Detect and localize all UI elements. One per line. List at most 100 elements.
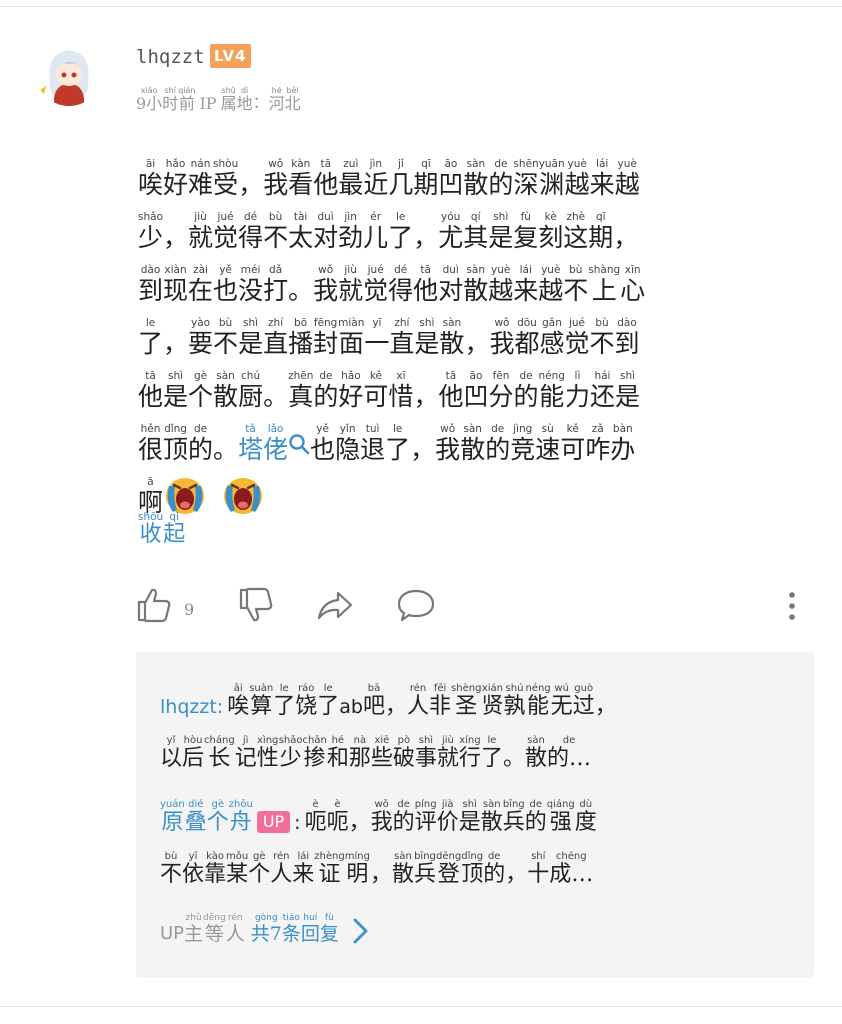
ruby-char: sàn 散: [481, 800, 503, 835]
footer-prefix: UP: [160, 923, 185, 945]
thumbs-up-icon[interactable]: [136, 586, 172, 624]
hanzi: 觉: [564, 328, 590, 358]
hanzi: 散: [213, 381, 239, 411]
hanzi: 饶: [295, 694, 318, 719]
pinyin: xī: [396, 370, 406, 382]
hanzi: 期: [588, 222, 614, 252]
pinyin: lái: [297, 851, 310, 862]
ruby-char: de 的: [485, 424, 510, 463]
pinyin: dǎ: [269, 264, 283, 276]
ruby-char: sàn 散: [460, 424, 485, 463]
ruby-char: guò 过: [573, 684, 595, 719]
ruby-char: hěn 很: [138, 424, 163, 463]
hanzi: 那: [348, 746, 371, 771]
hanzi: 来: [589, 169, 615, 199]
ruby-char: yuè 越: [488, 265, 513, 304]
ruby-char: dǎ 打: [263, 265, 288, 304]
collapse-link[interactable]: shōu 收 qǐ 起: [138, 512, 185, 547]
search-icon[interactable]: [288, 433, 310, 457]
ruby-char: rén 人: [407, 684, 429, 719]
pinyin: sàn: [216, 370, 235, 382]
pinyin: tā: [320, 158, 332, 170]
hanzi: 到: [138, 275, 164, 305]
hanzi: 靠: [204, 862, 227, 887]
hanzi: 办: [610, 434, 636, 464]
pinyin: yuán: [160, 799, 185, 810]
pinyin: bīng: [502, 799, 525, 810]
avatar[interactable]: [36, 40, 102, 106]
hanzi: 的: [488, 169, 514, 199]
meta-ip-ruby-group: shǔ 属 dì 地: [221, 87, 253, 113]
pinyin: kě: [566, 423, 579, 435]
ruby-char: tā 他: [138, 371, 163, 410]
ruby-link-char[interactable]: tǎ 塔: [238, 424, 263, 463]
hanzi: 的: [524, 810, 547, 835]
ruby-char: xiàn 现: [163, 265, 188, 304]
pinyin: rén: [273, 851, 290, 862]
hanzi: 行: [458, 746, 481, 771]
hanzi: 散: [439, 328, 465, 358]
hanzi: 散: [391, 862, 414, 887]
pinyin: shàng: [588, 264, 621, 276]
pinyin: gǎn: [542, 317, 562, 329]
pinyin: nán: [190, 158, 211, 170]
pinyin: gè: [211, 799, 225, 810]
username[interactable]: lhqzzt: [136, 46, 205, 68]
ruby-char: gè 个: [188, 371, 213, 410]
pinyin: le: [323, 683, 333, 694]
ruby-char: jǐ 几: [388, 159, 413, 198]
hanzi: 吧: [362, 694, 385, 719]
hanzi: 觉: [213, 222, 239, 252]
pinyin: sàn: [463, 423, 482, 435]
pinyin: kě: [369, 370, 382, 382]
ruby-char: zuì 最: [338, 159, 363, 198]
pinyin: děng: [203, 913, 226, 923]
pinyin: zhè: [566, 211, 586, 223]
pinyin: rén: [227, 913, 243, 923]
pinyin: huí: [303, 913, 318, 923]
pinyin: shēn: [513, 158, 539, 170]
comment-icon[interactable]: [396, 586, 436, 624]
ruby-char: zhí 直: [389, 318, 414, 357]
pinyin: sàn: [442, 317, 462, 329]
thumbs-down-icon[interactable]: [238, 586, 274, 624]
ruby-link-char[interactable]: lǎo 佬: [263, 424, 288, 463]
ruby-char: běi 北: [285, 87, 301, 113]
ruby-char: yóu 尤: [438, 212, 463, 251]
share-icon[interactable]: [316, 586, 354, 624]
pinyin: chān: [302, 735, 327, 746]
comment-line: hěn 很 dǐng 顶 de 的。 tǎ 塔 lǎo 佬 yě 也 yǐn 隐 tuì 退 le 了， wǒ 我 sà…: [138, 410, 818, 463]
level-badge: LV4: [210, 44, 251, 68]
more-options-icon[interactable]: [788, 590, 796, 622]
bottom-divider: [0, 1006, 842, 1007]
pinyin: yào: [191, 317, 211, 329]
hanzi: 无: [550, 694, 573, 719]
hanzi: 得: [388, 275, 414, 305]
ruby-char: shú 孰: [503, 684, 525, 719]
hanzi: 了: [273, 694, 296, 719]
pinyin: ráo: [298, 683, 315, 694]
pinyin: dōu: [517, 317, 537, 329]
hanzi: 证: [318, 862, 341, 887]
pinyin: tǎ: [245, 423, 256, 435]
hanzi: 复: [513, 222, 539, 252]
hanzi: 某: [226, 862, 249, 887]
ruby-char: duì 对: [313, 212, 338, 251]
pinyin: zhèng: [314, 851, 345, 862]
ruby-char: tài 太: [288, 212, 313, 251]
pinyin: jué: [217, 211, 234, 223]
reply-preview-box[interactable]: lhqzzt: āi 唉 suàn 算 le 了 ráo 饶 le 了 ab bā 吧， rén 人 fēi 非 s…: [136, 652, 814, 978]
hanzi: 越: [488, 275, 514, 305]
hanzi: 这: [563, 222, 589, 252]
hanzi: 塔: [238, 434, 264, 464]
hanzi: 觉: [363, 275, 389, 305]
pinyin: sàn: [527, 735, 545, 746]
hanzi: 起: [163, 521, 186, 547]
r2name-ruby-group[interactable]: yuán 原 dié 叠 gè 个 zhōu 舟: [160, 800, 253, 835]
view-all-replies[interactable]: UP zhǔ 主 děng 等 rén 人 gòng 共7 tiáo 条 huí 回 fù 复: [160, 914, 371, 945]
ruby-char: yuè 越: [615, 159, 640, 198]
reply-author[interactable]: lhqzzt: [160, 696, 217, 719]
hanzi: 是: [163, 381, 189, 411]
punctuation: 。: [213, 434, 239, 464]
hanzi: 不: [213, 328, 239, 358]
